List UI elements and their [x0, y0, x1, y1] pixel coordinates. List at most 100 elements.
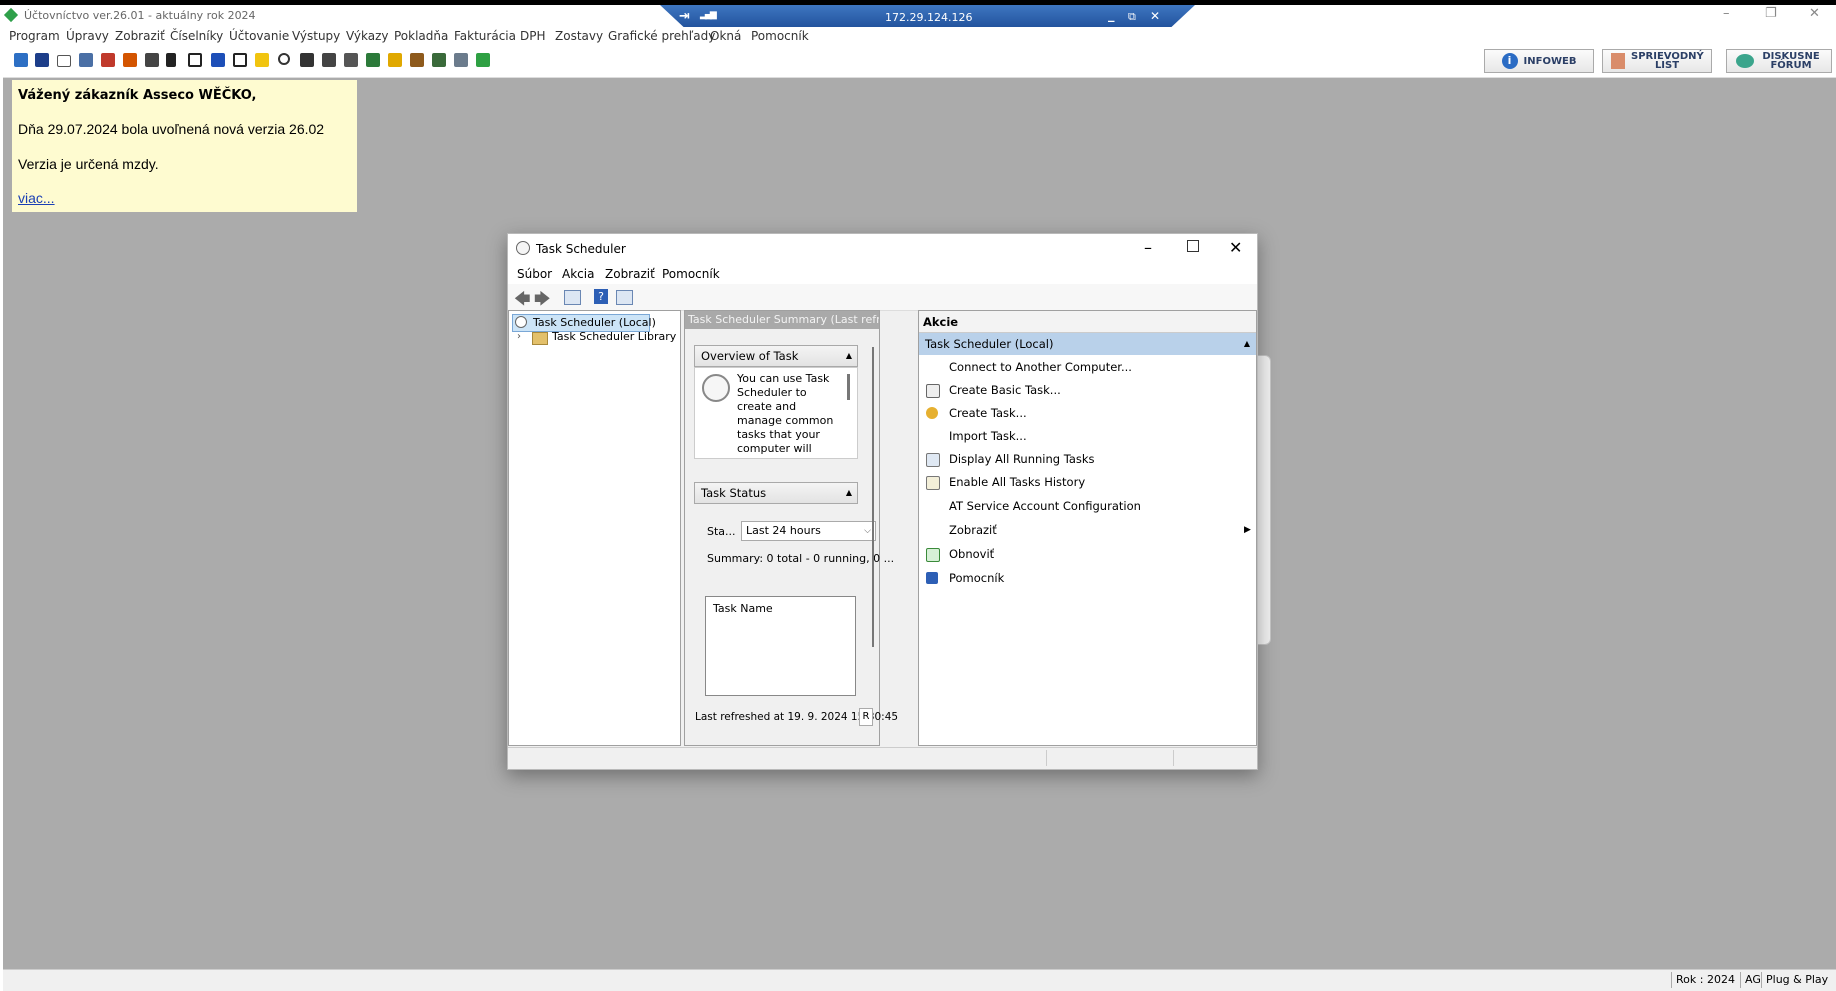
action-create-basic-task[interactable]: Create Basic Task...: [919, 379, 1254, 401]
toolbar-pin-icon[interactable]: [166, 53, 176, 67]
refresh-button[interactable]: R: [859, 708, 873, 726]
menu-pomocnik[interactable]: Pomocník: [751, 29, 809, 43]
ts-maximize-button[interactable]: [1187, 240, 1199, 252]
task-name-column[interactable]: Task Name: [713, 602, 773, 615]
overview-scrollbar[interactable]: [847, 374, 850, 400]
task-list[interactable]: Task Name: [705, 596, 856, 696]
status-label: Sta...: [707, 525, 736, 538]
app-minimize-button[interactable]: –: [1723, 6, 1730, 21]
toolbar-shapes-icon[interactable]: [476, 53, 490, 67]
menu-pokladna[interactable]: Pokladňa: [394, 29, 448, 43]
toolbar-table-icon[interactable]: [322, 53, 336, 67]
rdp-minimize-button[interactable]: _: [1108, 8, 1115, 23]
sprievodny-list-label: SPRIEVODNÝ LIST: [1631, 51, 1704, 71]
summary-header: Task Scheduler Summary (Last refreshed: …: [685, 311, 879, 329]
toolbar-calendar-icon[interactable]: [101, 53, 115, 67]
ts-minimize-button[interactable]: –: [1144, 238, 1152, 257]
action-enable-tasks-history[interactable]: Enable All Tasks History: [919, 471, 1254, 493]
action-at-service-config[interactable]: AT Service Account Configuration: [919, 495, 1254, 517]
actions-header: Akcie: [919, 311, 1256, 333]
actions-section-local[interactable]: Task Scheduler (Local) ▲: [919, 333, 1256, 355]
menu-ciselniky[interactable]: Číselníky: [170, 29, 223, 43]
toolbar-tools-icon[interactable]: [145, 53, 159, 67]
rdp-restore-button[interactable]: ⧉: [1128, 10, 1136, 24]
rdp-pin-icon[interactable]: ⇥: [679, 9, 690, 24]
collapse-icon[interactable]: ▲: [846, 483, 852, 503]
sprievodny-list-button[interactable]: SPRIEVODNÝ LIST: [1602, 49, 1712, 73]
tree-label-library[interactable]: Task Scheduler Library: [552, 330, 676, 343]
notice-more-link[interactable]: viac...: [18, 190, 55, 206]
show-hide-action-pane-icon[interactable]: [616, 290, 633, 305]
task-summary: Summary: 0 total - 0 running, 0 ...: [707, 552, 895, 565]
app-status-bar: [3, 969, 1836, 991]
toolbar-books-icon[interactable]: [123, 53, 137, 67]
summary-scrollbar[interactable]: [872, 347, 874, 647]
menu-zostavy[interactable]: Zostavy: [555, 29, 603, 43]
app-close-button[interactable]: ✕: [1809, 6, 1820, 21]
help-toolbar-icon[interactable]: ?: [594, 289, 608, 304]
show-hide-console-icon[interactable]: [564, 290, 581, 305]
clock-icon: [516, 241, 530, 255]
toolbar-calc-icon[interactable]: [366, 53, 380, 67]
overview-section-header[interactable]: Overview of Task Scheduler ▲: [694, 345, 858, 383]
toolbar-frame-icon[interactable]: [188, 53, 202, 67]
document-icon: [1611, 53, 1625, 69]
ts-menu-pomocnik[interactable]: Pomocník: [662, 267, 720, 281]
rdp-close-button[interactable]: ✕: [1150, 9, 1160, 23]
toolbar-folder-key-icon[interactable]: [388, 53, 402, 67]
clock-icon: [702, 374, 730, 402]
diskusne-forum-button[interactable]: DISKUSNE FÓRUM: [1726, 49, 1832, 73]
toolbar-chart-icon[interactable]: [432, 53, 446, 67]
ts-menu-zobrazit[interactable]: Zobraziť: [605, 267, 655, 281]
collapse-icon[interactable]: ▲: [1244, 333, 1250, 355]
toolbar-columns-icon[interactable]: [233, 53, 247, 67]
action-display-running-tasks[interactable]: Display All Running Tasks: [919, 448, 1254, 470]
toolbar-open-icon[interactable]: [14, 53, 28, 67]
ts-title-bar: Task Scheduler – ✕: [508, 234, 1257, 264]
help-icon: [926, 572, 938, 584]
action-import-task[interactable]: Import Task...: [919, 425, 1254, 447]
action-pomocnik[interactable]: Pomocník: [919, 567, 1254, 589]
toolbar-link-icon[interactable]: [278, 53, 290, 65]
notice-purpose-line: Verzia je určená mzdy.: [18, 156, 159, 172]
toolbar-graph-icon[interactable]: [454, 53, 468, 67]
menu-zobrazit[interactable]: Zobraziť: [115, 29, 165, 43]
toolbar-lock-icon[interactable]: [35, 53, 49, 67]
toolbar-mail-icon[interactable]: [57, 55, 71, 67]
status-range-dropdown[interactable]: Last 24 hours ⌵: [741, 521, 876, 541]
menu-upravy[interactable]: Úpravy: [66, 29, 109, 43]
toolbar-document-icon[interactable]: [79, 53, 93, 67]
menu-dph[interactable]: DPH: [520, 29, 546, 43]
running-tasks-icon: [926, 453, 940, 467]
ts-close-button[interactable]: ✕: [1229, 238, 1242, 257]
action-label: AT Service Account Configuration: [949, 499, 1141, 513]
task-status-section-header[interactable]: Task Status ▲: [694, 482, 858, 504]
toolbar-puzzle-icon[interactable]: [255, 53, 269, 67]
navigation-tree-pane: Task Scheduler (Local) › Task Scheduler …: [508, 310, 681, 746]
toolbar-tray-icon[interactable]: [344, 53, 358, 67]
action-connect-computer[interactable]: Connect to Another Computer...: [919, 356, 1254, 378]
infoweb-button[interactable]: i INFOWEB: [1484, 49, 1594, 73]
menu-program[interactable]: Program: [9, 29, 60, 43]
app-restore-button[interactable]: ❐: [1765, 6, 1777, 21]
collapse-icon[interactable]: ▲: [846, 346, 852, 366]
ts-menu-subor[interactable]: Súbor: [517, 267, 552, 281]
menu-vykazy[interactable]: Výkazy: [346, 29, 388, 43]
expand-chevron-icon[interactable]: ›: [517, 331, 521, 342]
status-divider: [1046, 750, 1047, 766]
action-create-task[interactable]: Create Task...: [919, 402, 1254, 424]
toolbar-user-icon[interactable]: [211, 53, 225, 67]
action-obnovit[interactable]: Obnoviť: [919, 543, 1254, 565]
menu-fakturacia[interactable]: Fakturácia: [454, 29, 516, 43]
toolbar-grid-icon[interactable]: [300, 53, 314, 67]
menu-vystupy[interactable]: Výstupy: [292, 29, 340, 43]
chevron-down-icon: ⌵: [864, 526, 871, 536]
menu-graficke-prehlady[interactable]: Grafické prehľady: [608, 29, 715, 43]
task-status-header-label: Task Status: [701, 486, 767, 500]
toolbar-report-icon[interactable]: [410, 53, 424, 67]
overview-content: You can use Task Scheduler to create and…: [694, 367, 858, 459]
ts-menu-akcia[interactable]: Akcia: [562, 267, 594, 281]
menu-okna[interactable]: Okná: [710, 29, 741, 43]
action-zobrazit-submenu[interactable]: Zobraziť ▶: [919, 519, 1254, 541]
menu-uctovanie[interactable]: Účtovanie: [229, 29, 289, 43]
